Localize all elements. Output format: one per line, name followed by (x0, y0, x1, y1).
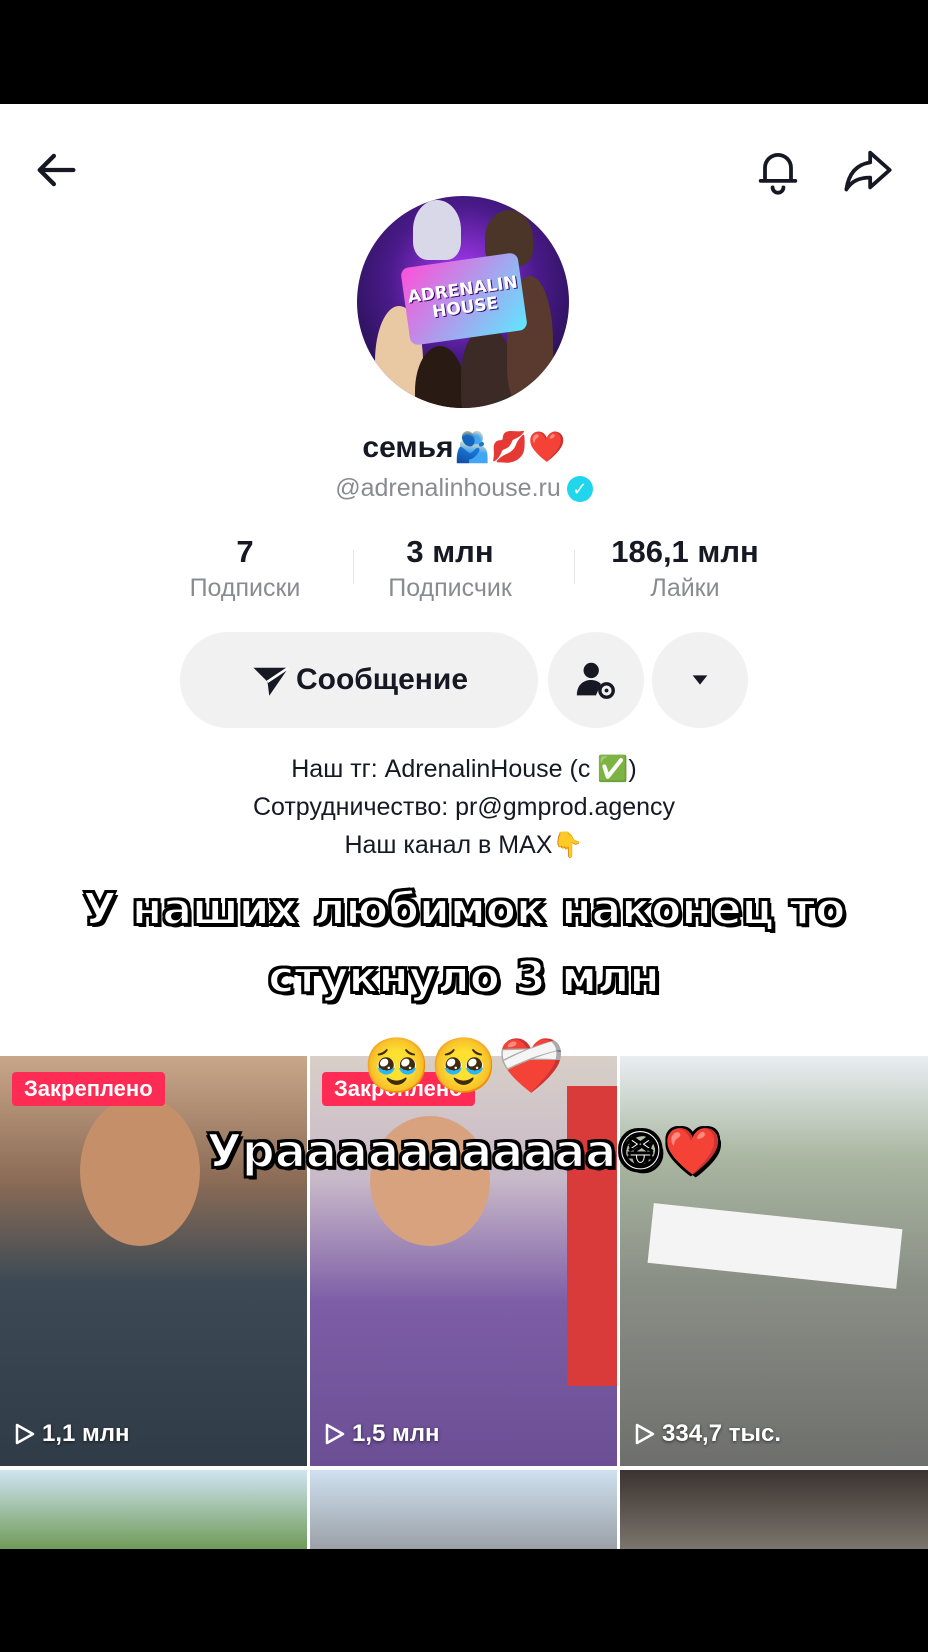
overlay-caption: стукнуло 3 млн (267, 951, 661, 1004)
play-icon (15, 1423, 35, 1445)
share-button[interactable] (836, 138, 900, 202)
verified-badge-icon: ✓ (566, 476, 593, 503)
video-tile[interactable] (0, 1470, 307, 1549)
video-tile[interactable]: 334,7 тыс. (620, 1056, 928, 1466)
stat-following[interactable]: 7 Подписки (145, 534, 345, 603)
stat-value: 7 (236, 534, 254, 569)
play-icon (325, 1423, 345, 1445)
view-count: 334,7 тыс. (634, 1420, 781, 1448)
video-tile[interactable] (310, 1470, 617, 1549)
handle-row: @adrenalinhouse.ru ✓ (0, 474, 928, 503)
profile-avatar[interactable]: ADRENALIN HOUSE (357, 196, 569, 408)
stat-followers[interactable]: 3 млн Подписчик (350, 534, 550, 603)
back-button[interactable] (24, 138, 88, 202)
bio-line: Наш канал в МАХ👇 (344, 831, 584, 859)
overlay-caption: У наших любимок наконец то (82, 883, 847, 936)
user-gear-icon (576, 662, 615, 699)
play-icon (635, 1423, 655, 1445)
overlay-emoji: 🥹🥹❤️‍🩹 (363, 1034, 565, 1097)
message-button-label: Сообщение (295, 663, 469, 696)
stat-label: Подписчик (388, 574, 512, 602)
follow-settings-button[interactable] (548, 632, 644, 728)
stat-divider (574, 550, 575, 584)
video-tile[interactable] (620, 1470, 928, 1549)
stat-likes[interactable]: 186,1 млн Лайки (585, 534, 785, 603)
avatar-figure (413, 200, 461, 260)
view-count-value: 1,1 млн (42, 1420, 130, 1447)
send-icon (253, 666, 290, 696)
suggested-accounts-button[interactable] (652, 632, 748, 728)
stat-value: 186,1 млн (611, 534, 759, 569)
overlay-cheer: Урааааааааааа😝❤️ (205, 1123, 722, 1179)
video-tile[interactable]: Закреплено 1,1 млн (0, 1056, 307, 1466)
arrow-left-icon (37, 153, 76, 187)
caret-down-icon (692, 675, 708, 685)
profile-screen: ADRENALIN HOUSE семья🫂💋❤️ @adrenalinhous… (0, 104, 928, 1549)
display-name: семья🫂💋❤️ (362, 431, 566, 464)
view-count: 1,5 млн (324, 1420, 440, 1448)
username: @adrenalinhouse.ru (335, 474, 561, 502)
view-count-value: 334,7 тыс. (662, 1420, 781, 1447)
message-button[interactable]: Сообщение (180, 632, 538, 728)
share-arrow-icon (844, 150, 892, 192)
stat-value: 3 млн (406, 534, 494, 569)
notifications-button[interactable] (746, 138, 810, 202)
video-thumbnail-figure (647, 1203, 903, 1289)
stat-label: Подписки (189, 574, 301, 602)
avatar-figure (461, 326, 513, 408)
stat-label: Лайки (650, 574, 720, 602)
view-count: 1,1 млн (14, 1420, 130, 1448)
view-count-value: 1,5 млн (352, 1420, 440, 1447)
avatar-logo: ADRENALIN HOUSE (400, 252, 528, 346)
video-tile[interactable]: Закреплено 1,5 млн (310, 1056, 617, 1466)
bio-line: Сотрудничество: pr@gmprod.agency (252, 793, 676, 821)
bell-icon (758, 152, 798, 195)
bio-line: Наш тг: AdrenalinHouse (с ✅) (291, 755, 637, 783)
